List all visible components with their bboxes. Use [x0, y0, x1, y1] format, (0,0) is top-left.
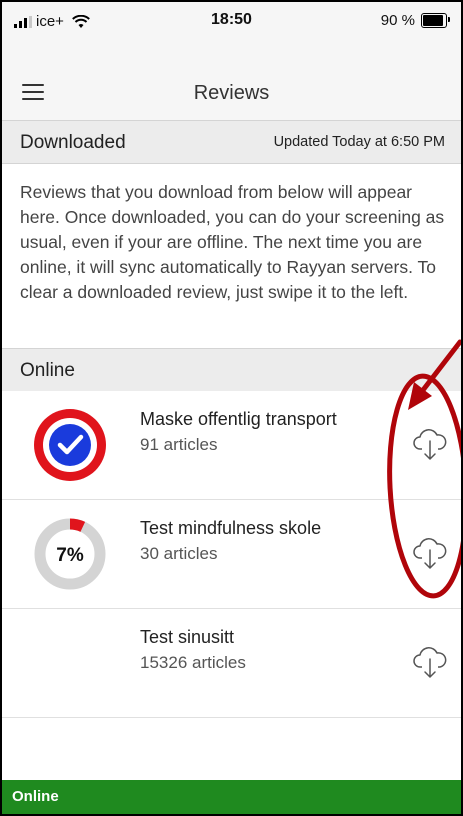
review-row-maske[interactable]: Maske offentlig transport 91 articles [2, 391, 461, 500]
review-complete-badge [34, 409, 106, 481]
connection-status-bar: Online [2, 780, 461, 814]
battery-percent: 90 % [380, 12, 415, 29]
page-title: Reviews [193, 82, 270, 104]
status-bar: ice+ 18:50 90 % [2, 2, 461, 40]
app-frame: ice+ 18:50 90 % Reviews Downloaded Updat… [0, 0, 463, 816]
review-title: Test mindfulness skole [140, 518, 322, 538]
status-right: 90 % [380, 12, 450, 29]
connection-status-text: Online [12, 788, 59, 805]
review-title: Maske offentlig transport [140, 409, 337, 429]
online-section-header: Online [2, 348, 461, 392]
cloud-download-icon[interactable] [413, 645, 447, 681]
review-count: 15326 articles [140, 653, 246, 672]
downloaded-info-text: Reviews that you download from below wil… [20, 182, 445, 302]
downloaded-title: Downloaded [20, 132, 126, 153]
online-title: Online [20, 360, 75, 381]
review-count: 30 articles [140, 544, 218, 563]
battery-icon [421, 13, 450, 28]
progress-label: 7% [56, 545, 84, 566]
cloud-download-icon[interactable] [413, 427, 447, 463]
review-progress-ring: 7% [34, 518, 106, 590]
cloud-download-icon[interactable] [413, 536, 447, 572]
updated-timestamp: Updated Today at 6:50 PM [273, 134, 445, 150]
nav-bar: Reviews [2, 40, 461, 121]
review-title: Test sinusitt [140, 627, 235, 647]
review-row-mindfulness[interactable]: 7% Test mindfulness skole 30 articles [2, 500, 461, 609]
downloaded-section-header: Downloaded Updated Today at 6:50 PM [2, 121, 461, 164]
review-row-sinusitt[interactable]: Test sinusitt 15326 articles [2, 609, 461, 718]
review-count: 91 articles [140, 435, 218, 454]
